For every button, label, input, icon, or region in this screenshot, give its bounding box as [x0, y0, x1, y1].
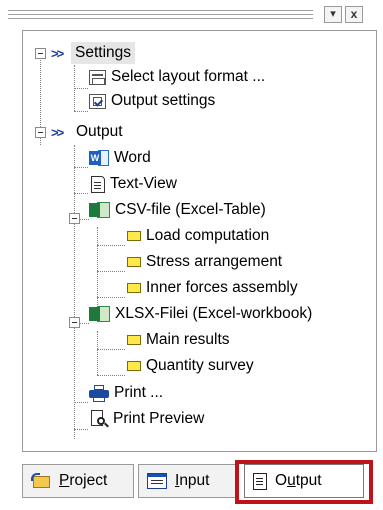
tree-node-label: Print ... — [114, 384, 164, 401]
table-item-icon — [127, 257, 141, 267]
layout-icon — [89, 69, 106, 85]
tree-node-output[interactable]: >> Output — [51, 121, 123, 143]
tree-node-settings[interactable]: >> Settings — [51, 42, 136, 64]
collapse-toggle-output[interactable] — [35, 127, 46, 138]
tree-node-label: Output settings — [111, 92, 216, 109]
tree-node-output-settings[interactable]: Output settings — [89, 90, 215, 112]
highlight-frame — [235, 460, 373, 504]
checkbox-icon — [89, 93, 106, 109]
tree-node-label: XLSX-Filei (Excel-workbook) — [115, 305, 313, 322]
tree-node-quantity-survey[interactable]: Quantity survey — [127, 355, 254, 377]
tab-label: Input — [175, 472, 210, 489]
input-icon — [147, 473, 167, 489]
tree-node-word[interactable]: W Word — [89, 147, 151, 169]
tree-node-main-results[interactable]: Main results — [127, 329, 230, 351]
tree-node-text-view[interactable]: Text-View — [91, 173, 177, 195]
tab-project[interactable]: Project — [22, 464, 134, 498]
excel-icon — [89, 202, 110, 218]
project-icon — [31, 473, 51, 489]
tree-node-csv-file[interactable]: CSV-file (Excel-Table) — [89, 199, 266, 221]
tree-node-label: Stress arrangement — [146, 253, 283, 270]
dropdown-icon[interactable]: ▾ — [324, 6, 342, 23]
table-item-icon — [127, 231, 141, 241]
collapse-toggle-csv[interactable] — [69, 213, 80, 224]
tree-node-inner-forces-assembly[interactable]: Inner forces assembly — [127, 277, 298, 299]
text-document-icon — [91, 175, 105, 193]
tab-label: Project — [59, 472, 108, 489]
table-item-icon — [127, 283, 141, 293]
word-icon: W — [89, 150, 109, 166]
printer-icon — [89, 384, 109, 402]
double-chevron-icon: >> — [51, 45, 64, 61]
print-preview-icon — [91, 410, 109, 428]
bottom-tab-bar: Project Input Output — [22, 460, 379, 504]
tree-node-label: Text-View — [110, 175, 177, 192]
tree-node-label: Settings — [71, 42, 136, 64]
tree-node-label: Select layout format ... — [111, 68, 266, 85]
close-icon[interactable]: x — [345, 6, 363, 23]
tree-node-stress-arrangement[interactable]: Stress arrangement — [127, 251, 282, 273]
tree-node-label: Inner forces assembly — [146, 279, 298, 296]
tree-node-print-preview[interactable]: Print Preview — [91, 408, 204, 430]
panel-title-bar: ▾ x — [4, 4, 379, 26]
tree-node-label: Quantity survey — [146, 357, 254, 374]
collapse-toggle-xlsx[interactable] — [69, 317, 80, 328]
title-grip[interactable] — [8, 10, 313, 19]
tree-node-xlsx-file[interactable]: XLSX-Filei (Excel-workbook) — [89, 303, 312, 325]
tree-node-print[interactable]: Print ... — [89, 382, 163, 404]
table-item-icon — [127, 335, 141, 345]
tree-node-label: Output — [76, 123, 123, 140]
output-tree-panel: >> Settings Select layout format ... Out… — [22, 30, 377, 452]
tree-node-label: Load computation — [146, 227, 270, 244]
tree-node-label: Print Preview — [113, 410, 205, 427]
collapse-toggle-settings[interactable] — [35, 48, 46, 59]
table-item-icon — [127, 361, 141, 371]
tree-node-load-computation[interactable]: Load computation — [127, 225, 269, 247]
excel-icon — [89, 306, 110, 322]
double-chevron-icon: >> — [51, 124, 64, 140]
tree-node-label: CSV-file (Excel-Table) — [115, 201, 266, 218]
tree-node-label: Main results — [146, 331, 230, 348]
tree-node-select-layout-format[interactable]: Select layout format ... — [89, 66, 265, 88]
tree-node-label: Word — [114, 149, 151, 166]
tab-input[interactable]: Input — [138, 464, 236, 498]
